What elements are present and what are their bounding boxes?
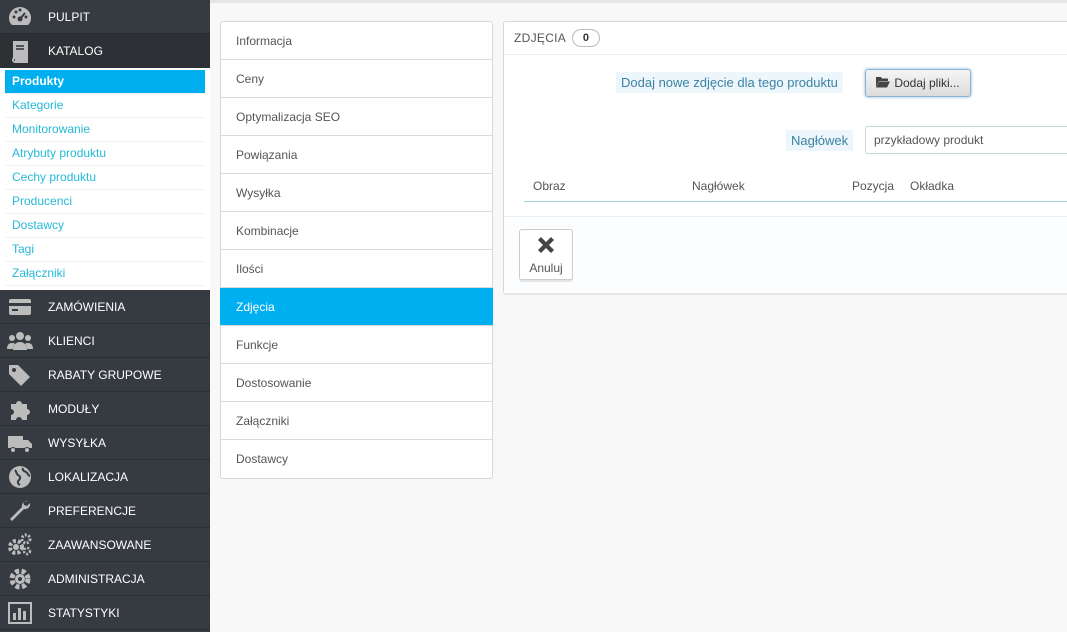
submenu-item-cechy[interactable]: Cechy produktu — [5, 166, 205, 190]
top-divider — [210, 0, 1067, 3]
cog-icon — [0, 562, 40, 596]
menu-item-label: MODUŁY — [48, 401, 100, 416]
tab-seo[interactable]: Optymalizacja SEO — [221, 98, 492, 136]
cogs-icon — [0, 528, 40, 562]
submenu-item-producenci[interactable]: Producenci — [5, 190, 205, 214]
menu-item-zaawansowane[interactable]: ZAAWANSOWANE — [0, 528, 210, 562]
users-icon — [0, 324, 40, 358]
menu-item-lokalizacja[interactable]: LOKALIZACJA — [0, 460, 210, 494]
catalog-submenu: Produkty Kategorie Monitorowanie Atrybut… — [0, 68, 210, 290]
menu-item-rabaty[interactable]: RABATY GRUPOWE — [0, 358, 210, 392]
tab-ilosci[interactable]: Ilości — [221, 250, 492, 288]
credit-card-icon — [0, 290, 40, 324]
submenu-item-atrybuty[interactable]: Atrybuty produktu — [5, 142, 205, 166]
menu-item-label: LOKALIZACJA — [48, 469, 129, 484]
image-count-badge: 0 — [572, 29, 601, 47]
menu-item-administracja[interactable]: ADMINISTRACJA — [0, 562, 210, 596]
add-image-row: Dodaj nowe zdjęcie dla tego produktu Dod… — [504, 69, 1067, 97]
globe-icon — [0, 460, 40, 494]
panel-header: ZDJĘCIA 0 — [504, 22, 1067, 55]
images-panel: ZDJĘCIA 0 Dodaj nowe zdjęcie dla tego pr… — [503, 21, 1067, 293]
add-image-label: Dodaj nowe zdjęcie dla tego produktu — [616, 72, 843, 93]
wrench-icon — [0, 494, 40, 528]
tab-ceny[interactable]: Ceny — [221, 60, 492, 98]
submenu-item-kategorie[interactable]: Kategorie — [5, 94, 205, 118]
menu-item-label: ZAMÓWIENIA — [48, 299, 126, 314]
menu-item-label: PREFERENCJE — [48, 503, 137, 518]
menu-item-zamowienia[interactable]: ZAMÓWIENIA — [0, 290, 210, 324]
tab-zdjecia[interactable]: Zdjęcia — [220, 288, 493, 326]
add-files-button[interactable]: Dodaj pliki... — [865, 69, 971, 97]
images-table-header: Obraz Nagłówek Pozycja Okładka — [524, 168, 1067, 202]
truck-icon — [0, 426, 40, 460]
tab-powiazania[interactable]: Powiązania — [221, 136, 492, 174]
tab-kombinacje[interactable]: Kombinacje — [221, 212, 492, 250]
submenu-item-monitorowanie[interactable]: Monitorowanie — [5, 118, 205, 142]
menu-item-label: KATALOG — [48, 43, 103, 58]
book-icon — [0, 34, 40, 68]
panel-title: ZDJĘCIA — [514, 31, 567, 45]
col-naglowek: Nagłówek — [692, 179, 745, 193]
tab-informacja[interactable]: Informacja — [221, 22, 492, 60]
submenu-item-tagi[interactable]: Tagi — [5, 238, 205, 262]
menu-item-label: PULPIT — [48, 9, 91, 24]
caption-input[interactable]: przykładowy produkt — [865, 126, 1067, 154]
puzzle-icon — [0, 392, 40, 426]
product-tabs: Informacja Ceny Optymalizacja SEO Powiąz… — [220, 21, 493, 479]
menu-item-moduly[interactable]: MODUŁY — [0, 392, 210, 426]
bar-chart-icon — [0, 596, 40, 630]
col-okladka: Okładka — [910, 179, 955, 193]
menu-item-katalog[interactable]: KATALOG — [0, 34, 210, 68]
cancel-label: Anuluj — [529, 261, 563, 275]
menu-item-klienci[interactable]: KLIENCI — [0, 324, 210, 358]
menu-item-label: RABATY GRUPOWE — [48, 367, 162, 382]
submenu-item-produkty[interactable]: Produkty — [5, 70, 205, 94]
menu-item-label: ADMINISTRACJA — [48, 571, 145, 586]
menu-item-wysylka[interactable]: WYSYŁKA — [0, 426, 210, 460]
close-icon — [535, 234, 557, 261]
submenu-item-zalaczniki[interactable]: Załączniki — [5, 262, 205, 286]
cancel-button[interactable]: Anuluj — [519, 229, 573, 280]
menu-item-statystyki[interactable]: STATYSTYKI — [0, 596, 210, 630]
menu-item-label: ZAAWANSOWANE — [48, 537, 152, 552]
folder-open-icon — [876, 76, 891, 91]
col-pozycja: Pozycja — [852, 179, 895, 193]
tab-dostawcy[interactable]: Dostawcy — [221, 440, 492, 478]
menu-item-pulpit[interactable]: PULPIT — [0, 0, 210, 34]
tab-wysylka[interactable]: Wysyłka — [221, 174, 492, 212]
dashboard-icon — [0, 0, 40, 34]
col-obraz: Obraz — [533, 179, 566, 193]
menu-item-label: KLIENCI — [48, 333, 95, 348]
tab-zalaczniki[interactable]: Załączniki — [221, 402, 492, 440]
panel-footer: Anuluj — [504, 216, 1067, 293]
menu-item-preferencje[interactable]: PREFERENCJE — [0, 494, 210, 528]
tab-dostosowanie[interactable]: Dostosowanie — [221, 364, 492, 402]
add-files-label: Dodaj pliki... — [894, 76, 960, 90]
tags-icon — [0, 358, 40, 392]
submenu-item-dostawcy[interactable]: Dostawcy — [5, 214, 205, 238]
menu-item-label: STATYSTYKI — [48, 605, 120, 620]
menu-item-label: WYSYŁKA — [48, 435, 107, 450]
sidebar: PULPIT KATALOG Produkty Kategorie Monito… — [0, 0, 210, 632]
tab-funkcje[interactable]: Funkcje — [221, 326, 492, 364]
caption-label: Nagłówek — [786, 130, 854, 151]
